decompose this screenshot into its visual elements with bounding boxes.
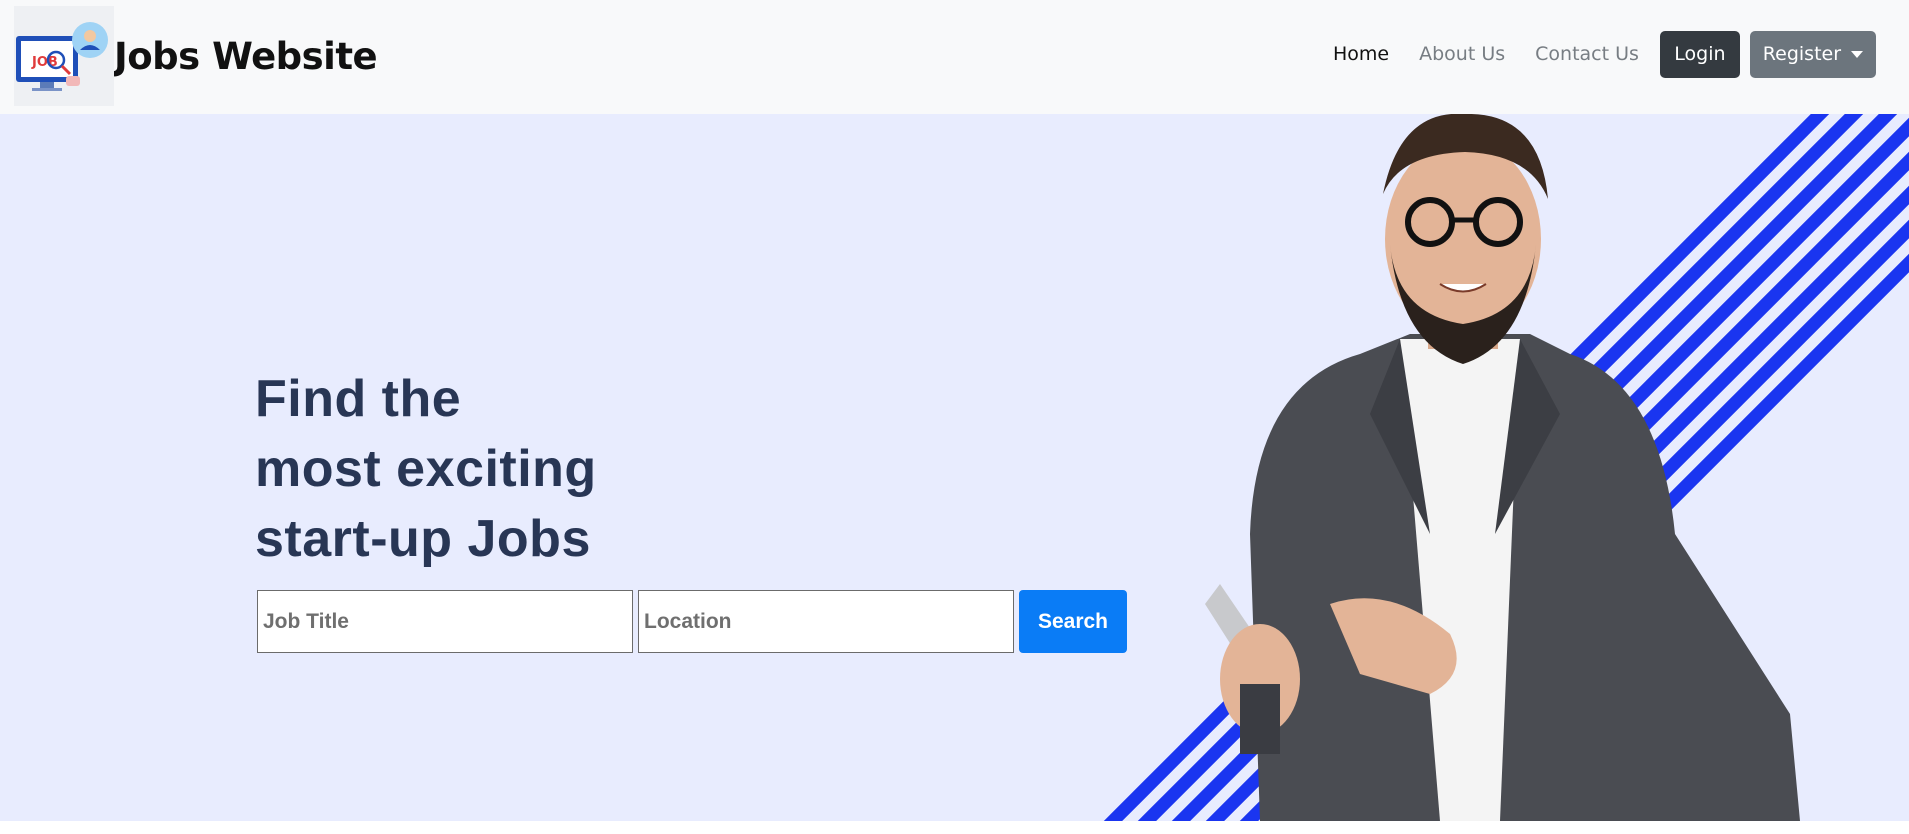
hero-headline: Find the most exciting start-up Jobs	[255, 364, 955, 574]
page-bottom-strip	[0, 821, 1909, 834]
nav-links: Home About Us Contact Us Login Register	[1318, 30, 1876, 78]
nav-home-link[interactable]: Home	[1318, 43, 1404, 65]
headline-line: start-up Jobs	[255, 510, 591, 568]
brand-name: Jobs Website	[114, 34, 378, 78]
headline-line: most exciting	[255, 440, 597, 498]
job-search-logo-icon: JOB	[16, 22, 108, 91]
register-button-label: Register	[1762, 43, 1842, 65]
brand-logo: JOB	[14, 6, 114, 106]
brand[interactable]: JOB Jobs Website	[14, 6, 378, 106]
headline-line: Find the	[255, 370, 462, 428]
navbar: JOB Jobs Website Home About Us Contact U…	[0, 0, 1909, 114]
caret-down-icon	[1851, 50, 1864, 58]
hero-man-with-phone-image	[1103, 114, 1909, 821]
search-button[interactable]: Search	[1019, 590, 1127, 653]
job-title-input[interactable]	[257, 590, 633, 653]
login-button[interactable]: Login	[1659, 30, 1740, 78]
register-dropdown-button[interactable]: Register	[1749, 30, 1876, 78]
location-input[interactable]	[638, 590, 1014, 653]
nav-contact-link[interactable]: Contact Us	[1520, 43, 1654, 65]
hero-section: Find the most exciting start-up Jobs Sea…	[0, 114, 1909, 821]
job-search-form: Search	[257, 590, 1127, 653]
nav-about-link[interactable]: About Us	[1404, 43, 1520, 65]
